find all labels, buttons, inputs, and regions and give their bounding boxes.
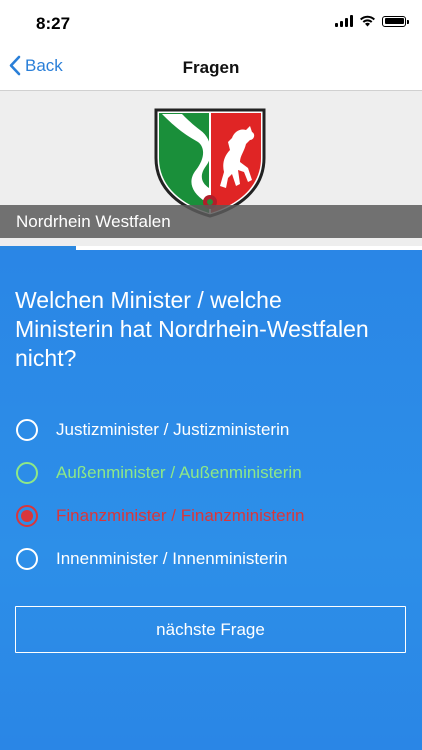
answer-label: Finanzminister / Finanzministerin — [56, 505, 305, 525]
radio-button[interactable] — [16, 504, 38, 527]
answer-option[interactable]: Justizminister / Justizministerin — [0, 408, 422, 451]
answer-option[interactable]: Finanzminister / Finanzministerin — [0, 494, 422, 537]
radio-button[interactable] — [16, 547, 38, 570]
question-text: Welchen Minister / welche Ministerin hat… — [15, 287, 369, 371]
status-time: 8:27 — [36, 14, 71, 33]
navigation-bar: Back Fragen — [0, 44, 422, 91]
state-banner: Nordrhein Westfalen — [0, 205, 422, 238]
battery-icon — [382, 15, 409, 27]
wifi-icon — [360, 15, 375, 27]
status-icons — [335, 15, 409, 27]
answer-option[interactable]: Innenminister / Innenministerin — [0, 537, 422, 580]
page-title: Fragen — [182, 58, 240, 77]
radio-button[interactable] — [16, 418, 38, 441]
answer-label: Justizminister / Justizministerin — [56, 419, 290, 439]
answer-label: Außenminister / Außenministerin — [56, 462, 302, 482]
status-bar: 8:27 — [0, 0, 422, 44]
answer-label: Innenminister / Innenministerin — [56, 548, 288, 568]
coat-of-arms-logo — [154, 108, 266, 218]
question-panel: Welchen Minister / welche Ministerin hat… — [0, 250, 422, 750]
state-name: Nordrhein Westfalen — [16, 212, 171, 231]
answer-list: Justizminister / Justizministerin Außenm… — [0, 408, 422, 580]
answer-option[interactable]: Außenminister / Außenministerin — [0, 451, 422, 494]
state-header: Nordrhein Westfalen — [0, 91, 422, 246]
radio-button[interactable] — [16, 461, 38, 484]
next-question-button[interactable]: nächste Frage — [15, 606, 406, 653]
cellular-signal-icon — [335, 15, 353, 27]
